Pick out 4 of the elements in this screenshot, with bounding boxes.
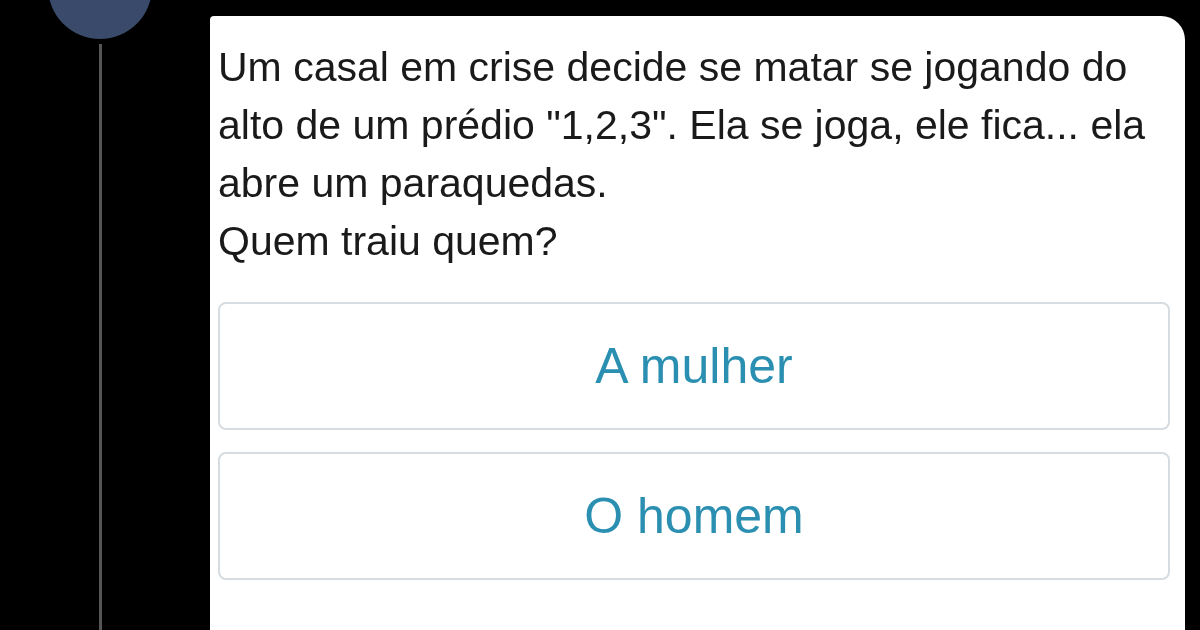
poll-option-button[interactable]: O homem [218, 452, 1170, 580]
question-text: Quem traiu quem? [218, 217, 559, 266]
poll-option-button[interactable]: A mulher [218, 302, 1170, 430]
message-text: Um casal em crise decide se matar se jogando do alto de um prédio "1,2,3". Ela se joga, ele fica... ela abre um paraquedas. [218, 43, 1147, 208]
